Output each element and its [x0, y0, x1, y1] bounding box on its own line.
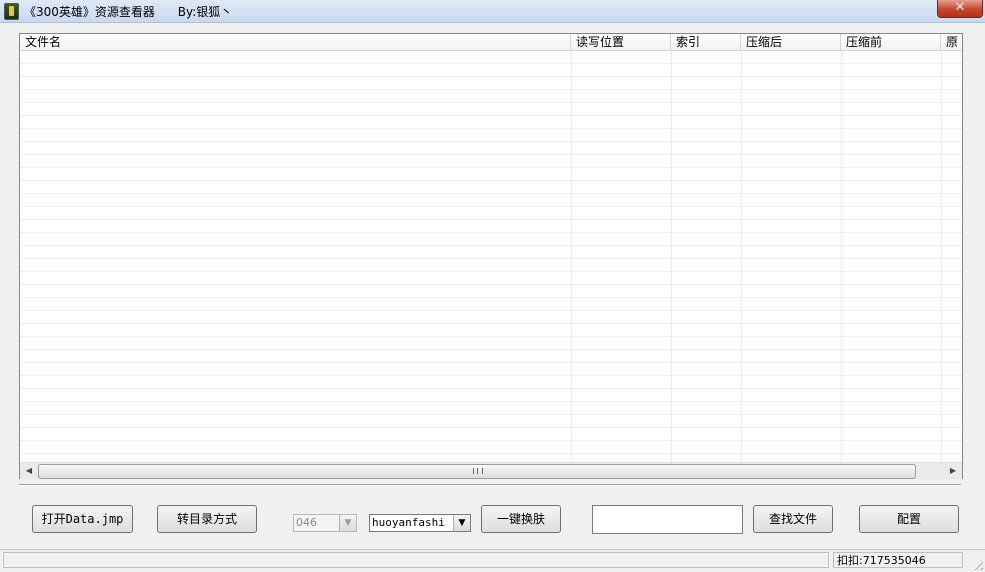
- column-header-compressed[interactable]: 压缩后: [741, 34, 841, 50]
- status-pane: [3, 552, 829, 568]
- skin-combo-value: huoyanfashi: [372, 516, 445, 529]
- divider: [19, 484, 961, 486]
- open-data-button[interactable]: 打开Data.jmp: [32, 505, 133, 533]
- horizontal-scrollbar[interactable]: ◀ ▶: [20, 462, 962, 479]
- column-header-original[interactable]: 原: [941, 34, 962, 50]
- scroll-right-icon[interactable]: ▶: [947, 465, 959, 477]
- chevron-down-icon[interactable]: ▼: [453, 515, 470, 531]
- number-combo-value: 046: [296, 516, 317, 529]
- chevron-down-icon: ▼: [339, 515, 356, 531]
- status-contact: 扣扣:717535046: [833, 552, 963, 568]
- apply-skin-button[interactable]: 一键换肤: [481, 505, 561, 533]
- column-divider: [571, 51, 572, 462]
- scroll-left-icon[interactable]: ◀: [23, 465, 35, 477]
- file-list[interactable]: 文件名 读写位置 索引 压缩后 压缩前 原 ◀ ▶: [19, 33, 963, 479]
- column-divider: [671, 51, 672, 462]
- list-header: 文件名 读写位置 索引 压缩后 压缩前 原: [20, 34, 962, 51]
- app-icon: [4, 3, 19, 20]
- column-divider: [841, 51, 842, 462]
- grip-icon: [473, 468, 483, 474]
- close-button[interactable]: ✕: [937, 0, 983, 18]
- scrollbar-thumb[interactable]: [38, 464, 916, 479]
- column-divider: [941, 51, 942, 462]
- window-title: 《300英雄》资源查看器 By:银狐丶: [24, 5, 233, 19]
- column-header-filename[interactable]: 文件名: [20, 34, 571, 50]
- column-header-index[interactable]: 索引: [671, 34, 741, 50]
- search-file-button[interactable]: 查找文件: [753, 505, 833, 533]
- number-combo: 046 ▼: [293, 514, 357, 532]
- column-header-uncompressed[interactable]: 压缩前: [841, 34, 941, 50]
- directory-mode-button[interactable]: 转目录方式: [157, 505, 257, 533]
- column-header-offset[interactable]: 读写位置: [571, 34, 671, 50]
- list-rows: [20, 51, 962, 462]
- resize-grip-icon[interactable]: [971, 558, 983, 570]
- config-button[interactable]: 配置: [859, 505, 959, 533]
- skin-combo[interactable]: huoyanfashi ▼: [369, 514, 471, 532]
- search-input[interactable]: [592, 505, 743, 534]
- status-bar: 扣扣:717535046: [0, 549, 985, 572]
- column-divider: [741, 51, 742, 462]
- title-bar: 《300英雄》资源查看器 By:银狐丶 ✕: [0, 0, 985, 23]
